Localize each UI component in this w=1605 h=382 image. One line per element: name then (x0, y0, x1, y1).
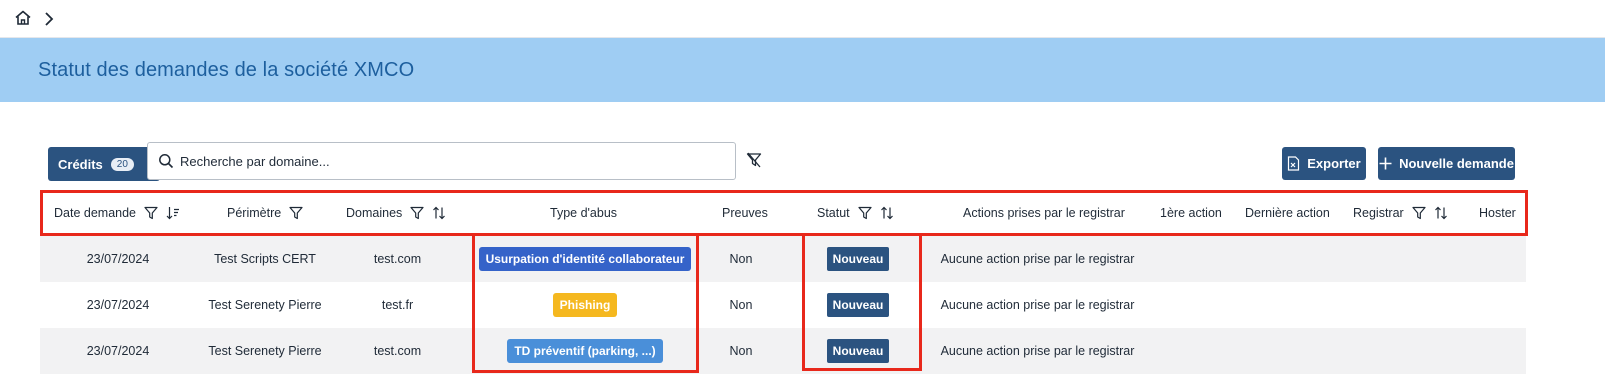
cell-domain: test.com (373, 252, 422, 266)
table-row[interactable]: 23/07/2024 Test Scripts CERT test.com Us… (40, 236, 1526, 282)
search-box (147, 142, 736, 180)
column-header-status: Statut (817, 193, 894, 233)
top-bar (0, 0, 1605, 38)
cell-status: Nouveau (815, 282, 901, 328)
cell-perimeter: Test Scripts CERT (214, 252, 316, 266)
abuse-type-badge: Usurpation d'identité collaborateur (478, 247, 692, 271)
filter-icon[interactable] (410, 206, 424, 220)
credits-button[interactable]: Crédits 20 (48, 147, 160, 181)
cell-date: 23/07/2024 (86, 298, 150, 312)
new-request-label: Nouvelle demande (1399, 156, 1514, 171)
cell-abuse-type: Usurpation d'identité collaborateur (475, 236, 695, 282)
table-row[interactable]: 23/07/2024 Test Serenety Pierre test.com… (40, 328, 1526, 374)
cell-last-action (1235, 282, 1345, 328)
credits-count-badge: 20 (110, 157, 134, 171)
cell-actions: Aucune action prise par le registrar (940, 344, 1135, 358)
export-button[interactable]: Exporter (1282, 147, 1366, 180)
table-header-row: Date demande Périmètre Domaines Type d'a… (40, 190, 1528, 236)
cell-status: Nouveau (815, 328, 901, 374)
cell-abuse-type: TD préventif (parking, ...) (475, 328, 695, 374)
excel-file-icon (1288, 156, 1300, 171)
column-header-perimeter: Périmètre (227, 193, 303, 233)
search-icon (159, 154, 174, 169)
cell-abuse-type: Phishing (475, 282, 695, 328)
cell-hoster (1465, 328, 1525, 374)
abuse-type-badge: Phishing (552, 293, 618, 317)
page-title: Statut des demandes de la société XMCO (38, 59, 415, 81)
export-label: Exporter (1307, 156, 1361, 171)
column-header-domains: Domaines (346, 193, 446, 233)
sort-icon[interactable] (1434, 206, 1448, 220)
cell-proofs: Non (729, 298, 753, 312)
cell-domain: test.com (373, 344, 422, 358)
status-badge: Nouveau (826, 339, 890, 363)
abuse-type-badge: TD préventif (parking, ...) (507, 339, 663, 363)
filter-icon[interactable] (144, 206, 158, 220)
column-header-registrar: Registrar (1353, 193, 1448, 233)
cell-status: Nouveau (815, 236, 901, 282)
cell-domain: test.fr (381, 298, 414, 312)
plus-icon (1379, 157, 1392, 170)
cell-first-action (1140, 282, 1230, 328)
column-header-abuse-type: Type d'abus (550, 206, 618, 220)
column-header-last-action: Dernière action (1245, 206, 1330, 220)
cell-hoster (1465, 236, 1525, 282)
filter-icon[interactable] (858, 206, 872, 220)
table-row[interactable]: 23/07/2024 Test Serenety Pierre test.fr … (40, 282, 1526, 328)
home-icon[interactable] (14, 9, 32, 27)
cell-actions: Aucune action prise par le registrar (940, 252, 1135, 266)
chevron-right-icon (45, 12, 54, 26)
column-header-proofs: Preuves (722, 206, 768, 220)
cell-date: 23/07/2024 (86, 252, 150, 266)
cell-hoster (1465, 282, 1525, 328)
cell-perimeter: Test Serenety Pierre (208, 298, 322, 312)
cell-proofs: Non (729, 252, 753, 266)
status-badge: Nouveau (826, 247, 890, 271)
column-header-date: Date demande (54, 193, 180, 233)
column-header-first-action: 1ère action (1160, 206, 1222, 220)
cell-first-action (1140, 236, 1230, 282)
cell-last-action (1235, 236, 1345, 282)
filter-icon[interactable] (289, 206, 303, 220)
sort-icon[interactable] (432, 206, 446, 220)
cell-actions: Aucune action prise par le registrar (940, 298, 1135, 312)
cell-date: 23/07/2024 (86, 344, 150, 358)
search-input[interactable] (180, 144, 720, 178)
cell-first-action (1140, 328, 1230, 374)
sort-descending-icon[interactable] (166, 206, 180, 220)
credits-label: Crédits (58, 156, 103, 172)
column-header-actions: Actions prises par le registrar (963, 206, 1125, 220)
filter-clear-icon[interactable] (746, 152, 762, 168)
cell-registrar (1350, 328, 1460, 374)
cell-perimeter: Test Serenety Pierre (208, 344, 322, 358)
sort-icon[interactable] (880, 206, 894, 220)
status-badge: Nouveau (826, 293, 890, 317)
cell-last-action (1235, 328, 1345, 374)
filter-icon[interactable] (1412, 206, 1426, 220)
new-request-button[interactable]: Nouvelle demande (1378, 147, 1515, 180)
page-banner: Statut des demandes de la société XMCO (0, 38, 1605, 102)
column-header-hoster: Hoster (1479, 206, 1516, 220)
cell-registrar (1350, 236, 1460, 282)
cell-registrar (1350, 282, 1460, 328)
cell-proofs: Non (729, 344, 753, 358)
